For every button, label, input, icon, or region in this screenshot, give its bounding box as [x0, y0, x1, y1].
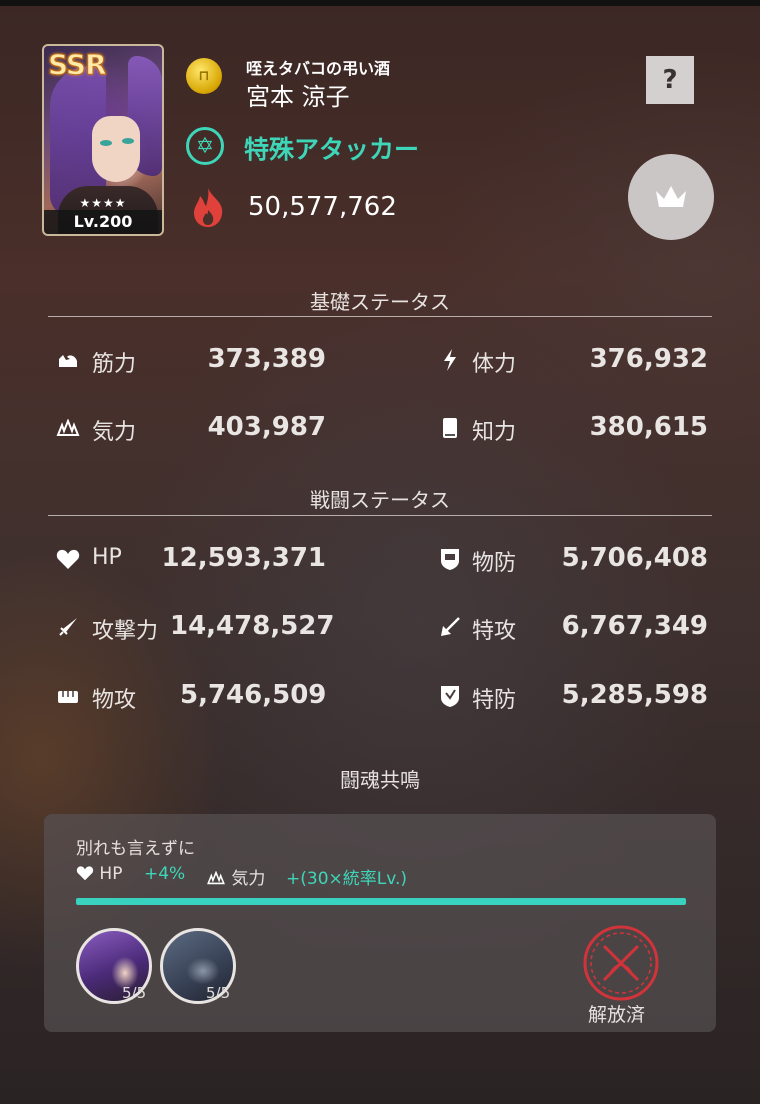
stat-value-strength: 373,389 — [207, 344, 326, 374]
resonance-bonus-spirit: 気力 — [206, 864, 265, 889]
stat-value-sp-atk: 6,767,349 — [561, 611, 708, 641]
help-button[interactable]: ? — [646, 56, 694, 104]
bonus-label: HP — [99, 864, 123, 884]
stat-value-stamina: 376,932 — [589, 344, 708, 374]
character-class: 特殊アタッカー — [244, 135, 420, 164]
lightning-icon — [436, 346, 464, 374]
stat-label-strength: 筋力 — [92, 352, 137, 377]
unlocked-seal-icon — [583, 925, 659, 1001]
divider — [48, 515, 712, 516]
coin-icon: ⊓ — [186, 58, 222, 94]
resonance-name: 別れも言えずに — [76, 839, 195, 859]
sword-icon — [54, 613, 82, 641]
stat-label-hp: HP — [92, 545, 122, 570]
resonance-title: 闘魂共鳴 — [340, 768, 420, 792]
crown-button[interactable] — [628, 154, 714, 240]
stat-label-phys-def: 物防 — [472, 551, 517, 576]
fist-icon — [54, 682, 82, 710]
stat-label-phys-atk: 物攻 — [92, 688, 137, 713]
character-name: 宮本 涼子 — [246, 83, 350, 111]
card-art-eye — [100, 140, 112, 146]
stat-label-attack: 攻撃力 — [92, 619, 159, 644]
heart-icon — [76, 866, 94, 881]
stat-label-spirit: 気力 — [92, 420, 137, 445]
stat-label-sp-def: 特防 — [472, 688, 517, 713]
stat-value-phys-def: 5,706,408 — [561, 543, 708, 573]
rarity-badge: SSR — [48, 48, 108, 82]
level-label: Lv.200 — [44, 210, 162, 234]
combat-power: 50,577,762 — [248, 192, 397, 222]
resonance-progress-bar — [76, 898, 686, 905]
aura-icon — [54, 414, 82, 442]
hexagram-icon: ✡ — [186, 127, 224, 165]
arrow-icon — [436, 613, 464, 641]
fire-icon — [194, 188, 223, 227]
aura-icon — [207, 870, 225, 885]
character-card[interactable]: SSR ★★★★ Lv.200 — [42, 44, 164, 236]
book-icon — [436, 414, 464, 442]
resonance-bonus-hp: HP — [76, 864, 122, 884]
stat-value-phys-atk: 5,746,509 — [180, 680, 327, 710]
arm-icon — [54, 346, 82, 374]
member-count: 5/5 — [122, 984, 147, 1002]
stat-label-sp-atk: 特攻 — [472, 619, 517, 644]
crown-icon — [656, 186, 686, 207]
stat-value-attack: 14,478,527 — [170, 611, 335, 641]
stat-value-hp: 12,593,371 — [161, 543, 326, 573]
divider — [48, 316, 712, 317]
stat-value-spirit: 403,987 — [207, 412, 326, 442]
battle-status-title: 戦闘ステータス — [310, 488, 450, 512]
character-subtitle: 咥えタバコの弔い酒 — [246, 59, 391, 78]
heart-icon — [54, 545, 82, 573]
stat-label-stamina: 体力 — [472, 352, 517, 377]
card-art-eye — [122, 138, 134, 144]
bonus-value: +4% — [144, 864, 186, 884]
unlocked-label: 解放済 — [588, 1004, 646, 1026]
card-art-face — [92, 116, 140, 182]
star-rating: ★★★★ — [79, 196, 127, 210]
base-status-title: 基礎ステータス — [310, 290, 450, 314]
bonus-label: 気力 — [231, 869, 266, 889]
bonus-value: +(30×統率Lv.) — [286, 869, 408, 889]
stat-label-intellect: 知力 — [472, 420, 517, 445]
stat-value-intellect: 380,615 — [589, 412, 708, 442]
shield-icon — [436, 545, 464, 573]
magic-shield-icon — [436, 682, 464, 710]
stat-value-sp-def: 5,285,598 — [561, 680, 708, 710]
member-count: 5/5 — [206, 984, 231, 1002]
top-bar — [0, 0, 760, 6]
